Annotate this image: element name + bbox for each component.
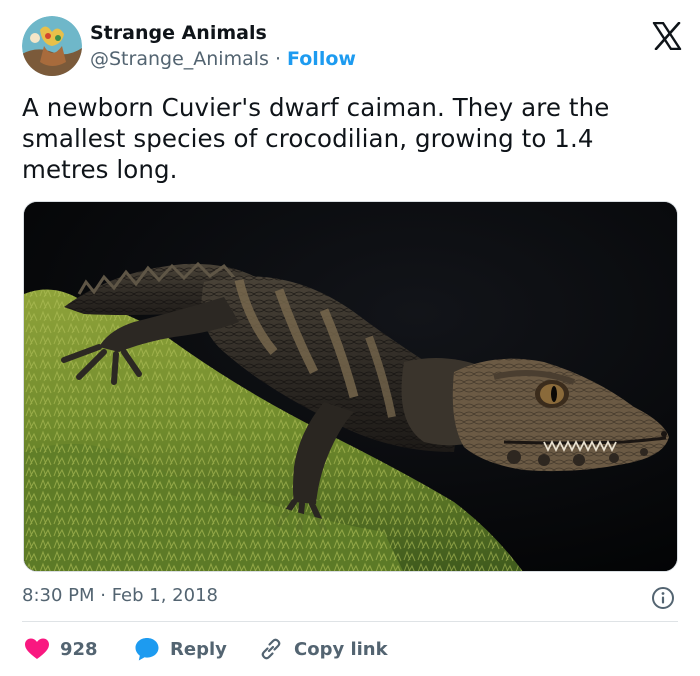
caiman-photo [24, 202, 677, 571]
tweet-header: Strange Animals @Strange_Animals · Follo… [22, 16, 682, 80]
tweet-card: Strange Animals @Strange_Animals · Follo… [0, 0, 700, 676]
action-bar: 928 Reply Copy link [22, 634, 682, 664]
tweet-photo[interactable] [23, 201, 678, 572]
reply-label: Reply [170, 638, 227, 660]
divider [22, 621, 678, 622]
handle[interactable]: @Strange_Animals [90, 48, 269, 70]
link-icon [261, 638, 281, 660]
speech-bubble-icon [135, 638, 159, 661]
like-count: 928 [60, 638, 98, 660]
x-logo-icon[interactable] [652, 21, 682, 51]
follow-button[interactable]: Follow [287, 48, 356, 70]
heart-icon [25, 638, 49, 659]
handle-row: @Strange_Animals · Follow [90, 46, 356, 72]
tweet-text: A newborn Cuvier's dwarf caiman. They ar… [22, 93, 610, 184]
reply-button[interactable]: Reply [134, 634, 227, 664]
like-button[interactable]: 928 [24, 634, 98, 664]
author-names: Strange Animals @Strange_Animals · Follo… [90, 20, 356, 72]
separator: · [274, 48, 281, 70]
info-icon[interactable] [651, 586, 675, 610]
avatar[interactable] [22, 16, 82, 76]
tweet-timestamp[interactable]: 8:30 PM · Feb 1, 2018 [22, 584, 218, 608]
copy-link-button[interactable]: Copy link [258, 634, 388, 664]
copy-link-label: Copy link [294, 638, 388, 660]
display-name[interactable]: Strange Animals [90, 20, 356, 46]
